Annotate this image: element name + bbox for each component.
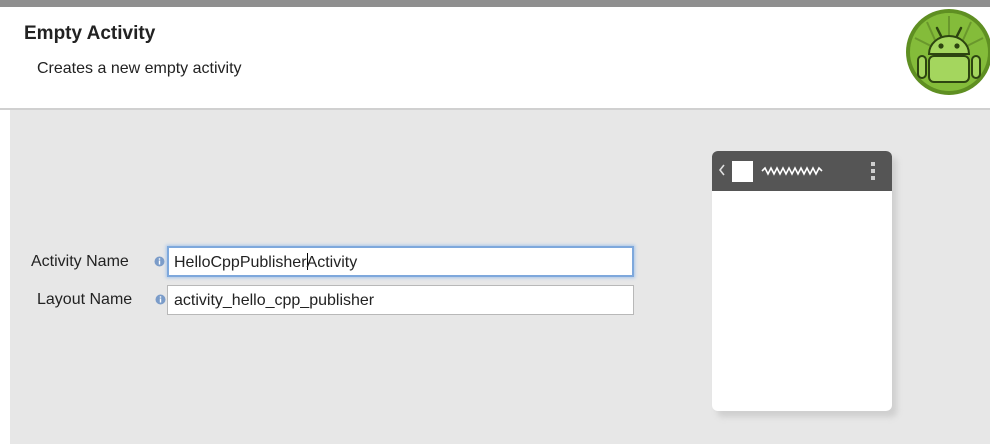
title-squiggle-icon — [761, 166, 823, 176]
back-chevron-icon — [718, 164, 725, 176]
activity-name-label: Activity Name — [31, 253, 129, 270]
app-icon — [732, 161, 753, 182]
page-title: Empty Activity — [24, 23, 156, 44]
activity-name-field[interactable]: HelloCppPublisherActivity — [167, 246, 634, 277]
activity-name-value-after-caret: Activity — [306, 254, 358, 271]
phone-preview-icon — [712, 151, 892, 411]
overflow-menu-icon — [871, 162, 875, 180]
layout-name-field[interactable]: activity_hello_cpp_publisher — [167, 285, 634, 315]
info-icon[interactable] — [154, 256, 165, 267]
android-robot-icon — [906, 9, 990, 95]
info-icon[interactable] — [155, 294, 166, 305]
wizard-header: Empty Activity Creates a new empty activ… — [0, 7, 990, 110]
window-top-border — [0, 0, 990, 7]
preview-action-bar — [712, 151, 892, 191]
layout-name-label: Layout Name — [37, 291, 133, 308]
page-subtitle: Creates a new empty activity — [37, 60, 242, 77]
activity-name-value-before-caret: HelloCppPublisher — [174, 254, 307, 271]
